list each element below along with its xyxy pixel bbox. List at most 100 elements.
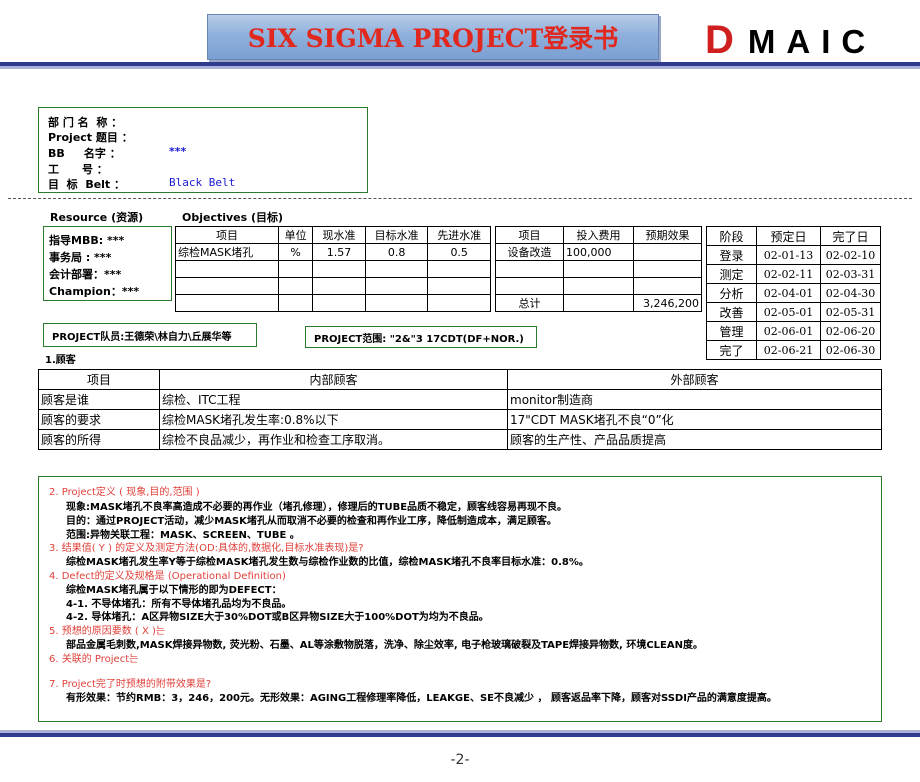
obj-cell — [312, 260, 366, 278]
employee-id-label: 工 号 ： — [48, 163, 108, 176]
phase-planned: 02-02-11 — [756, 264, 821, 284]
obj-cell — [364, 260, 429, 278]
phase-complete: 02-05-31 — [820, 302, 881, 322]
cost-cell — [563, 277, 634, 295]
cust-cell: 顾客的所得 — [38, 429, 160, 450]
dmaic-logo: D MAIC — [705, 18, 876, 63]
obj-cell — [175, 260, 279, 278]
phase-schedule-table: 阶段 预定日 完了日 登录 02-01-13 02-02-10 测定 02-02-11… — [706, 226, 881, 360]
obj-cell — [175, 294, 279, 312]
dept-label: 部 门 名 称 ： — [48, 116, 123, 129]
project-scope-box: PROJECT范围: "2&"3 17CDT(DF+NOR.) — [305, 326, 537, 348]
cust-cell: 17"CDT MASK堵孔不良“0”化 — [507, 409, 882, 430]
obj-cell — [277, 294, 314, 312]
cost-table: 项目 投入费用 预期效果 设备改造 100,000 总计 3,246,200 — [495, 226, 702, 312]
obj-cell — [277, 260, 314, 278]
cost-cell — [495, 277, 564, 295]
bb-name-label: BB 名字 ： — [48, 147, 121, 160]
resource-mbb: 指导MBB: *** — [49, 234, 125, 247]
obj-cell: 1.57 — [312, 243, 366, 261]
project-definition-box: 2. Project定义 ( 现象,目的,范围 ) 现象:MASK堵孔不良率高造… — [38, 476, 882, 722]
cust-cell: 综检、ITC工程 — [159, 389, 508, 410]
cost-cell: 100,000 — [563, 243, 634, 261]
obj-cell — [427, 260, 491, 278]
def-s2-line1: 现象:MASK堵孔不良率高造成不必要的再作业（堵孔修理），修理后的TUBE品质不… — [66, 502, 568, 513]
obj-cell — [175, 277, 279, 295]
obj-header-item: 项目 — [175, 226, 279, 244]
obj-cell — [364, 294, 429, 312]
cost-cell — [633, 260, 702, 278]
phase-stage: 登录 — [706, 245, 757, 265]
phase-stage: 测定 — [706, 264, 757, 284]
obj-cell — [312, 277, 366, 295]
def-s4-title: 4. Defect的定义及规格是 (Operational Definition… — [49, 571, 286, 582]
cust-cell: 综检MASK堵孔发生率:0.8%以下 — [159, 409, 508, 430]
def-s7-line1: 有形效果：节约RMB：3，246，200元。无形效果：AGING工程修理率降低，… — [66, 693, 777, 704]
obj-cell — [364, 277, 429, 295]
dmaic-rest-letters: MAIC — [747, 23, 877, 60]
obj-header-target: 目标水准 — [364, 226, 429, 244]
cost-header-investment: 投入费用 — [563, 226, 634, 244]
obj-cell — [427, 277, 491, 295]
phase-header-planned: 预定日 — [756, 226, 821, 246]
obj-header-advanced: 先进水准 — [427, 226, 491, 244]
customer-section-title: 1.顾客 — [45, 355, 76, 366]
def-s6-title: 6. 关联的 Project는 — [49, 654, 139, 665]
phase-stage: 分析 — [706, 283, 757, 303]
phase-planned: 02-06-01 — [756, 321, 821, 341]
resource-accounting: 会计部署：*** — [49, 268, 122, 281]
phase-planned: 02-06-21 — [756, 340, 821, 360]
dmaic-d-letter: D — [705, 18, 734, 62]
obj-cell: 综检MASK堵孔 — [175, 243, 279, 261]
cust-cell: 综检不良品减少，再作业和检查工序取消。 — [159, 429, 508, 450]
obj-header-current: 现水准 — [312, 226, 366, 244]
resource-heading: Resource (资源) — [50, 211, 144, 224]
phase-planned: 02-05-01 — [756, 302, 821, 322]
phase-complete: 02-02-10 — [820, 245, 881, 265]
cost-cell — [633, 277, 702, 295]
obj-cell: 0.8 — [364, 243, 429, 261]
phase-complete: 02-06-30 — [820, 340, 881, 360]
def-s3-title: 3. 结果值( Y ) 的定义及测定方法(OD:具体的,数据化,目标水准表现)是… — [49, 543, 364, 554]
obj-cell — [277, 277, 314, 295]
resource-champion: Champion：*** — [49, 285, 140, 298]
def-s5-line1: 部品金属毛刺数,MASK焊接异物数, 荧光粉、石墨、AL等涂敷物脱落，洗净、除尘… — [66, 640, 703, 651]
header-band-light — [0, 66, 920, 69]
phase-complete: 02-03-31 — [820, 264, 881, 284]
phase-stage: 管理 — [706, 321, 757, 341]
footer-band-dark — [0, 733, 920, 737]
resource-office: 事务局 : *** — [49, 251, 112, 264]
phase-header-stage: 阶段 — [706, 226, 757, 246]
cost-cell — [495, 260, 564, 278]
cost-header-effect: 预期效果 — [633, 226, 702, 244]
cust-cell: monitor制造商 — [507, 389, 882, 410]
phase-header-complete: 完了日 — [820, 226, 881, 246]
obj-cell: % — [277, 243, 314, 261]
phase-complete: 02-06-20 — [820, 321, 881, 341]
obj-cell: 0.5 — [427, 243, 491, 261]
cust-header-item: 项目 — [38, 369, 160, 390]
cost-cell — [563, 294, 634, 312]
section-divider — [8, 198, 912, 199]
cust-cell: 顾客是谁 — [38, 389, 160, 410]
cust-header-external: 外部顾客 — [507, 369, 882, 390]
cost-header-item: 项目 — [495, 226, 564, 244]
cost-cell — [563, 260, 634, 278]
def-s4-line3: 4-2. 导体堵孔：A区异物SIZE大于30%DOT或B区异物SIZE大于100… — [66, 612, 489, 623]
cost-cell: 设备改造 — [495, 243, 564, 261]
page-number: -2- — [450, 752, 470, 768]
obj-cell — [312, 294, 366, 312]
project-team-box: PROJECT队员:王德荣\林自力\丘展华等 — [43, 323, 257, 347]
phase-planned: 02-04-01 — [756, 283, 821, 303]
def-s4-line1: 综检MASK堵孔属于以下情形的即为DEFECT： — [66, 585, 282, 596]
cust-header-internal: 内部顾客 — [159, 369, 508, 390]
def-s7-title: 7. Project完了时预想的附带效果是? — [49, 679, 212, 690]
cust-cell: 顾客的要求 — [38, 409, 160, 430]
goal-belt-label: 目 标 Belt ： — [48, 178, 126, 191]
phase-stage: 改善 — [706, 302, 757, 322]
def-s2-line2: 目的：通过PROJECT活动，减少MASK堵孔从而取消不必要的检查和再作业工序，… — [66, 516, 557, 527]
objectives-table: 项目 单位 现水准 目标水准 先进水准 综检MASK堵孔 % 1.57 0.8 … — [175, 226, 491, 312]
project-title-label: Project 题目 ： — [48, 131, 133, 144]
customer-table: 项目 内部顾客 外部顾客 顾客是谁 综检、ITC工程 monitor制造商 顾客… — [38, 369, 882, 450]
def-s5-title: 5. 预想的原因要数 ( X )는 — [49, 626, 166, 637]
